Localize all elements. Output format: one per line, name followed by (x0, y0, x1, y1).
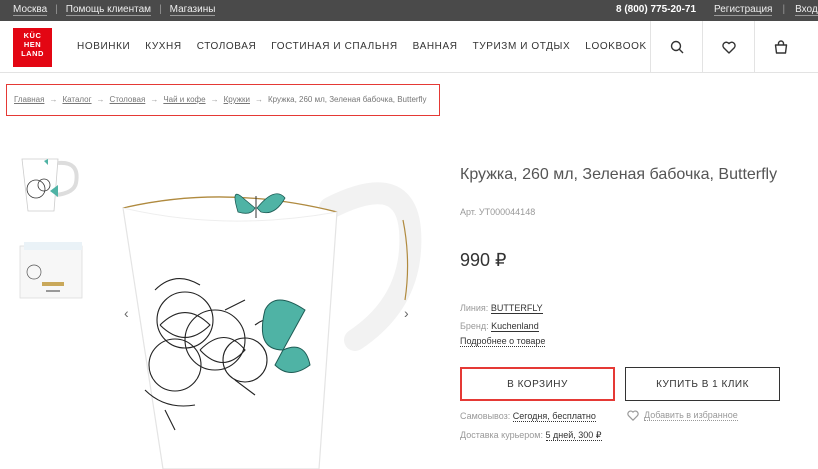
heart-icon (721, 41, 736, 54)
product-image (105, 150, 435, 469)
thumbnail-mug[interactable] (18, 153, 84, 219)
nav-item-living[interactable]: ГОСТИНАЯ И СПАЛЬНЯ (271, 41, 397, 52)
bag-icon (774, 40, 787, 54)
favorites-label: Добавить в избранное (644, 410, 738, 421)
pickup-value[interactable]: Сегодня, бесплатно (512, 411, 596, 422)
product-title: Кружка, 260 мл, Зеленая бабочка, Butterf… (460, 166, 778, 183)
line-link[interactable]: BUTTERFLY (490, 303, 543, 314)
pickup-info: Самовывоз: Сегодня, бесплатно (460, 411, 596, 422)
nav-item-new[interactable]: НОВИНКИ (77, 41, 130, 52)
breadcrumb-dining[interactable]: Столовая (110, 95, 146, 115)
divider: | (159, 4, 162, 15)
nav-item-lookbook[interactable]: LOOKBOOK (585, 41, 647, 52)
product-price: 990 ₽ (460, 250, 507, 270)
breadcrumb-arrow-icon: → (210, 95, 219, 104)
breadcrumb: Главная → Каталог → Столовая → Чай и коф… (6, 84, 440, 116)
register-link[interactable]: Регистрация (714, 4, 773, 16)
nav-item-tourism[interactable]: ТУРИЗМ И ОТДЫХ (473, 41, 571, 52)
breadcrumb-arrow-icon: → (150, 95, 159, 104)
breadcrumb-mugs[interactable]: Кружки (224, 95, 250, 115)
brand-label: Бренд: (460, 321, 489, 331)
gallery-next-arrow[interactable]: › (404, 305, 409, 321)
gallery-prev-arrow[interactable]: ‹ (124, 305, 129, 321)
pickup-label: Самовывоз: (460, 411, 511, 421)
nav-item-bath[interactable]: ВАННАЯ (413, 41, 458, 52)
breadcrumb-arrow-icon: → (255, 95, 263, 104)
delivery-value[interactable]: 5 дней, 300 ₽ (545, 430, 602, 441)
product-properties: Линия: BUTTERFLY Бренд: Kuchenland (460, 299, 543, 335)
breadcrumb-arrow-icon: → (49, 95, 58, 104)
search-button[interactable] (650, 21, 702, 73)
breadcrumb-arrow-icon: → (96, 95, 105, 104)
thumbnail-box[interactable] (18, 238, 84, 304)
breadcrumb-tea-coffee[interactable]: Чай и кофе (163, 95, 205, 115)
main-nav: НОВИНКИ КУХНЯ СТОЛОВАЯ ГОСТИНАЯ И СПАЛЬН… (77, 41, 647, 52)
shops-link[interactable]: Магазины (169, 4, 216, 16)
add-to-cart-button[interactable]: В КОРЗИНУ (460, 367, 615, 401)
delivery-info: Доставка курьером: 5 дней, 300 ₽ (460, 430, 602, 441)
login-link[interactable]: Вход (795, 4, 818, 16)
delivery-label: Доставка курьером: (460, 430, 543, 440)
breadcrumb-catalog[interactable]: Каталог (62, 95, 91, 115)
help-link[interactable]: Помощь клиентам (65, 4, 152, 16)
logo-text: KÜC (23, 31, 42, 40)
add-to-favorites[interactable]: Добавить в избранное (627, 410, 738, 421)
heart-icon (627, 410, 639, 421)
main-header: KÜC HEN LAND НОВИНКИ КУХНЯ СТОЛОВАЯ ГОСТ… (0, 21, 818, 73)
product-sku: Арт. УТ000044148 (460, 207, 536, 217)
line-label: Линия: (460, 303, 489, 313)
nav-item-kitchen[interactable]: КУХНЯ (145, 41, 181, 52)
divider: | (782, 4, 786, 15)
cart-button[interactable] (754, 21, 806, 73)
nav-item-dining[interactable]: СТОЛОВАЯ (197, 41, 257, 52)
search-icon (670, 40, 683, 54)
divider: | (55, 4, 58, 15)
city-link[interactable]: Москва (13, 4, 48, 16)
more-details-link[interactable]: Подробнее о товаре (460, 336, 546, 347)
brand-link[interactable]: Kuchenland (491, 321, 539, 332)
breadcrumb-current: Кружка, 260 мл, Зеленая бабочка, Butterf… (268, 95, 427, 104)
logo-text: HEN (23, 40, 42, 49)
logo[interactable]: KÜC HEN LAND (13, 28, 52, 67)
breadcrumb-home[interactable]: Главная (14, 95, 44, 115)
favorites-button[interactable] (702, 21, 754, 73)
logo-text: LAND (21, 49, 44, 58)
buy-one-click-button[interactable]: КУПИТЬ В 1 КЛИК (625, 367, 780, 401)
phone-number[interactable]: 8 (800) 775-20-71 (616, 4, 696, 15)
top-bar: Москва | Помощь клиентам | Магазины 8 (8… (0, 0, 818, 21)
